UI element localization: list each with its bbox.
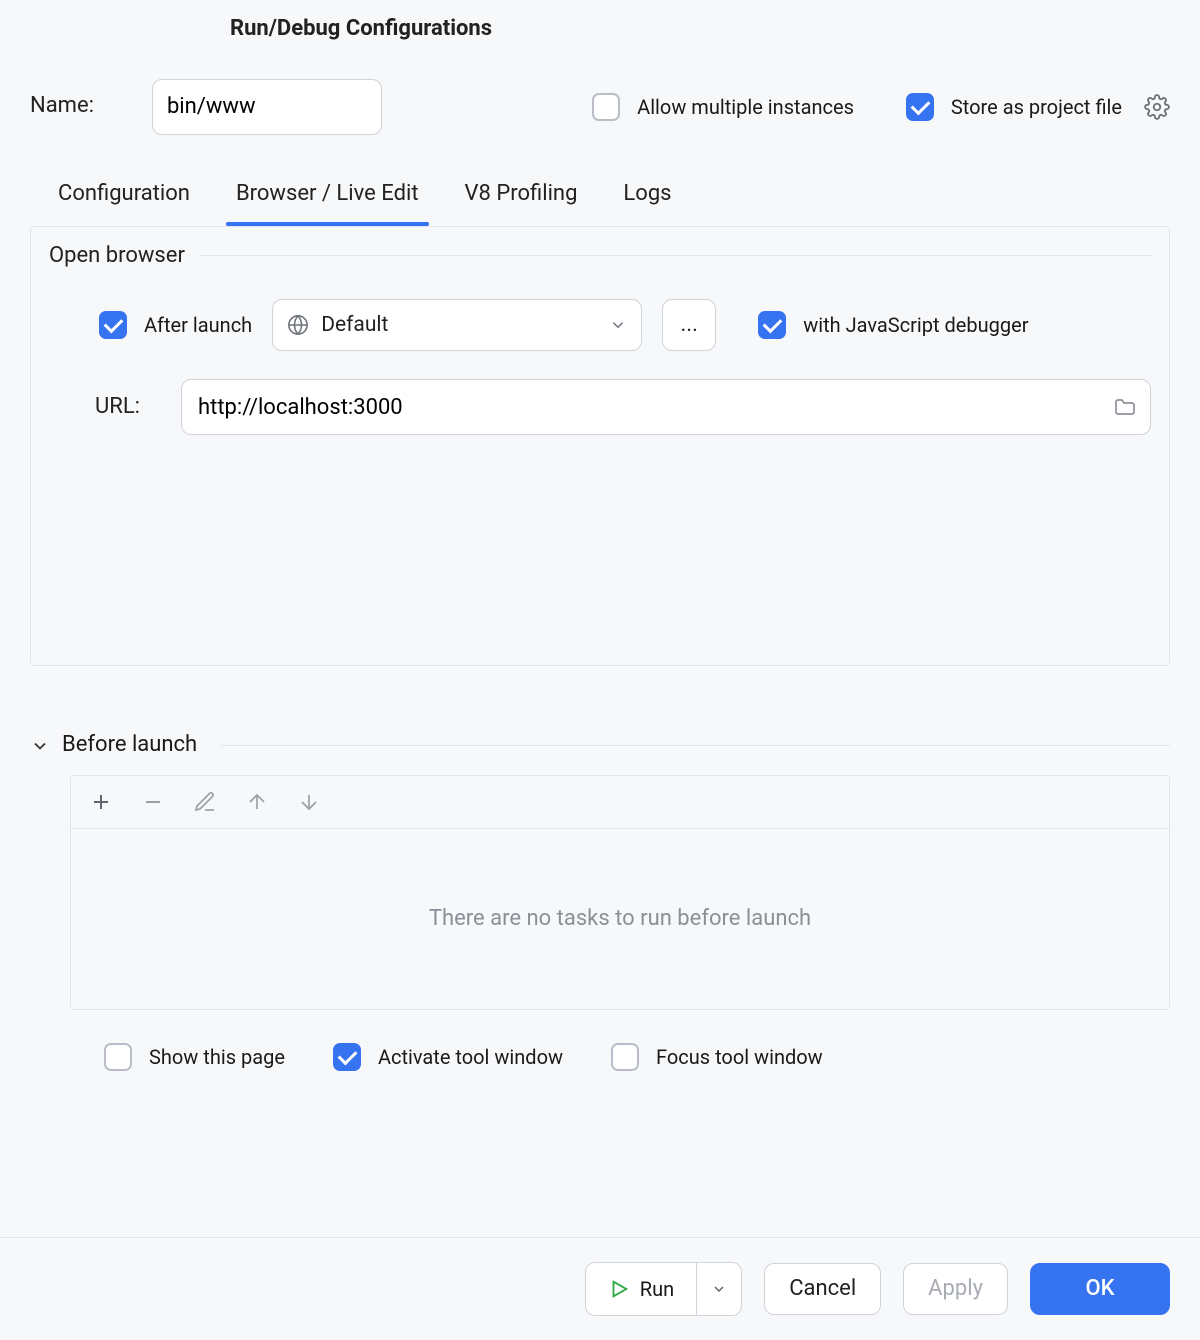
activate-tool-checkbox[interactable]: Activate tool window xyxy=(329,1040,563,1074)
tab-logs[interactable]: Logs xyxy=(621,179,673,224)
allow-multiple-checkbox[interactable]: Allow multiple instances xyxy=(588,90,854,124)
divider xyxy=(199,255,1151,256)
show-this-page-label: Show this page xyxy=(149,1043,285,1071)
url-input[interactable] xyxy=(181,379,1151,435)
store-project-input[interactable] xyxy=(906,93,934,121)
store-project-checkbox[interactable]: Store as project file xyxy=(902,90,1122,124)
before-launch-title: Before launch xyxy=(62,730,197,761)
edit-icon[interactable] xyxy=(193,790,217,814)
remove-icon[interactable] xyxy=(141,790,165,814)
tab-configuration[interactable]: Configuration xyxy=(56,179,192,224)
run-button[interactable]: Run xyxy=(586,1263,696,1315)
tabs: Configuration Browser / Live Edit V8 Pro… xyxy=(0,135,1200,224)
move-up-icon[interactable] xyxy=(245,790,269,814)
js-debugger-input[interactable] xyxy=(758,311,786,339)
dialog-footer: Run Cancel Apply OK xyxy=(0,1237,1200,1340)
run-dropdown[interactable] xyxy=(697,1263,741,1315)
apply-button[interactable]: Apply xyxy=(903,1263,1008,1315)
store-project-label: Store as project file xyxy=(951,93,1122,121)
after-launch-checkbox[interactable]: After launch xyxy=(95,308,252,342)
browse-button[interactable]: ... xyxy=(662,299,716,351)
after-launch-label: After launch xyxy=(144,311,252,339)
tab-browser-live-edit[interactable]: Browser / Live Edit xyxy=(234,179,421,224)
url-label: URL: xyxy=(95,392,155,423)
show-this-page-input[interactable] xyxy=(104,1043,132,1071)
js-debugger-checkbox[interactable]: with JavaScript debugger xyxy=(754,308,1028,342)
browser-select-label: Default xyxy=(321,311,597,340)
browser-select[interactable]: Default xyxy=(272,299,642,351)
focus-tool-checkbox[interactable]: Focus tool window xyxy=(607,1040,823,1074)
activate-tool-label: Activate tool window xyxy=(378,1043,563,1071)
activate-tool-input[interactable] xyxy=(333,1043,361,1071)
js-debugger-label: with JavaScript debugger xyxy=(803,311,1028,339)
allow-multiple-input[interactable] xyxy=(592,93,620,121)
run-label: Run xyxy=(640,1275,674,1303)
show-this-page-checkbox[interactable]: Show this page xyxy=(100,1040,285,1074)
dialog-title: Run/Debug Configurations xyxy=(0,0,1200,51)
run-button-group: Run xyxy=(585,1262,742,1316)
gear-icon[interactable] xyxy=(1144,94,1170,120)
cancel-button[interactable]: Cancel xyxy=(764,1263,881,1315)
before-launch-box: There are no tasks to run before launch xyxy=(70,775,1170,1010)
before-launch-empty: There are no tasks to run before launch xyxy=(71,829,1169,1009)
focus-tool-input[interactable] xyxy=(611,1043,639,1071)
chevron-down-icon[interactable] xyxy=(30,736,50,756)
allow-multiple-label: Allow multiple instances xyxy=(637,93,854,121)
play-icon xyxy=(608,1278,630,1300)
tab-v8-profiling[interactable]: V8 Profiling xyxy=(463,179,580,224)
name-input[interactable] xyxy=(152,79,382,135)
name-label: Name: xyxy=(30,91,94,122)
ok-button[interactable]: OK xyxy=(1030,1263,1170,1315)
move-down-icon[interactable] xyxy=(297,790,321,814)
folder-icon[interactable] xyxy=(1113,395,1137,419)
divider xyxy=(221,745,1170,746)
open-browser-title: Open browser xyxy=(49,241,185,272)
add-icon[interactable] xyxy=(89,790,113,814)
after-launch-input[interactable] xyxy=(99,311,127,339)
chevron-down-icon xyxy=(711,1281,727,1297)
browser-panel: Open browser After launch Default ... wi… xyxy=(30,226,1170,667)
focus-tool-label: Focus tool window xyxy=(656,1043,823,1071)
